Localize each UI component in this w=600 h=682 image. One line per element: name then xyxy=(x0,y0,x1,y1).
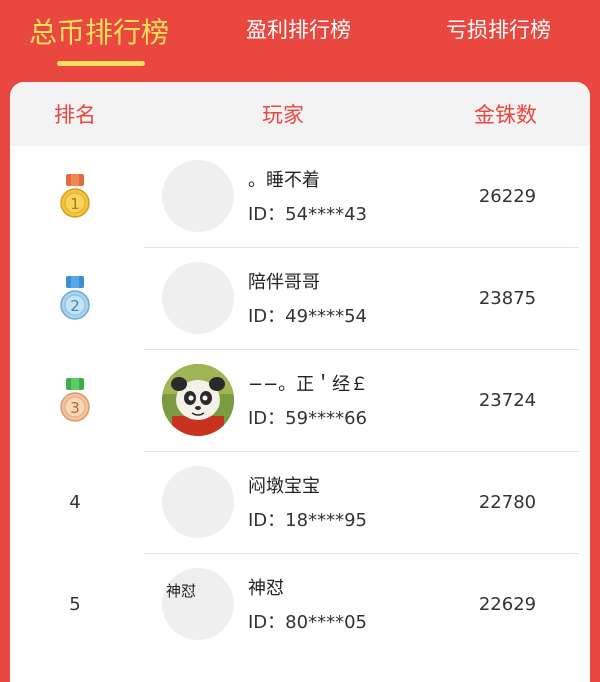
rank-number: 5 xyxy=(69,594,81,615)
panda-avatar[interactable] xyxy=(162,364,234,436)
avatar[interactable] xyxy=(162,160,234,232)
table-header: 排名 玩家 金铢数 xyxy=(10,82,590,146)
player-id: ID：59****66 xyxy=(248,408,367,429)
bronze-medal-icon: 3 xyxy=(60,378,90,422)
coin-count: 23724 xyxy=(478,390,537,411)
rank-cell: 5 xyxy=(50,554,100,656)
player-name: −−。正＇经￡ xyxy=(248,374,369,395)
player-id: ID：54****43 xyxy=(248,204,367,225)
rank-cell: 3 xyxy=(50,350,100,452)
table-row[interactable]: 4 闷墩宝宝 ID：18****95 22780 xyxy=(10,452,590,554)
avatar-text: 神怼 xyxy=(166,582,197,600)
avatar[interactable]: 神怼 xyxy=(162,568,234,640)
player-id: ID：49****54 xyxy=(248,306,367,327)
table-row[interactable]: 2 陪伴哥哥 ID：49****54 23875 xyxy=(10,248,590,350)
medal-rank-number: 1 xyxy=(70,195,80,213)
ranking-card: 排名 玩家 金铢数 1 。睡不着 ID：54****43 26229 2 陪伴哥… xyxy=(10,82,590,682)
rank-number: 4 xyxy=(69,492,81,513)
tab-total-coins[interactable]: 总币排行榜 xyxy=(29,11,169,51)
header-rank: 排名 xyxy=(54,103,96,127)
coin-count: 26229 xyxy=(478,186,537,207)
tab-profit[interactable]: 盈利排行榜 xyxy=(246,14,351,44)
panda-avatar-image xyxy=(162,364,234,436)
silver-medal-icon: 2 xyxy=(60,276,90,320)
coin-count: 22780 xyxy=(478,492,537,513)
coin-count: 22629 xyxy=(478,594,537,615)
player-name: 陪伴哥哥 xyxy=(248,272,320,293)
header-coins: 金铢数 xyxy=(474,103,537,127)
ranking-tab-bar: 总币排行榜 盈利排行榜 亏损排行榜 xyxy=(0,0,600,82)
player-id: ID：80****05 xyxy=(248,612,367,633)
player-name: 神怼 xyxy=(248,578,284,599)
rank-cell: 4 xyxy=(50,452,100,554)
medal-rank-number: 3 xyxy=(70,399,80,417)
avatar[interactable] xyxy=(162,262,234,334)
gold-medal-icon: 1 xyxy=(60,174,90,218)
table-row[interactable]: 3 −−。正＇经￡ ID：59****66 23724 xyxy=(10,350,590,452)
medal-rank-number: 2 xyxy=(70,297,80,315)
tab-loss[interactable]: 亏损排行榜 xyxy=(446,14,551,44)
player-name: 。睡不着 xyxy=(248,170,320,191)
table-row[interactable]: 1 。睡不着 ID：54****43 26229 xyxy=(10,146,590,248)
active-tab-indicator xyxy=(57,61,145,66)
coin-count: 23875 xyxy=(478,288,537,309)
table-row[interactable]: 5 神怼 神怼 ID：80****05 22629 xyxy=(10,554,590,656)
player-id: ID：18****95 xyxy=(248,510,367,531)
header-player: 玩家 xyxy=(262,103,304,127)
rank-cell: 1 xyxy=(50,146,100,248)
rank-cell: 2 xyxy=(50,248,100,350)
avatar[interactable] xyxy=(162,466,234,538)
player-name: 闷墩宝宝 xyxy=(248,476,320,497)
